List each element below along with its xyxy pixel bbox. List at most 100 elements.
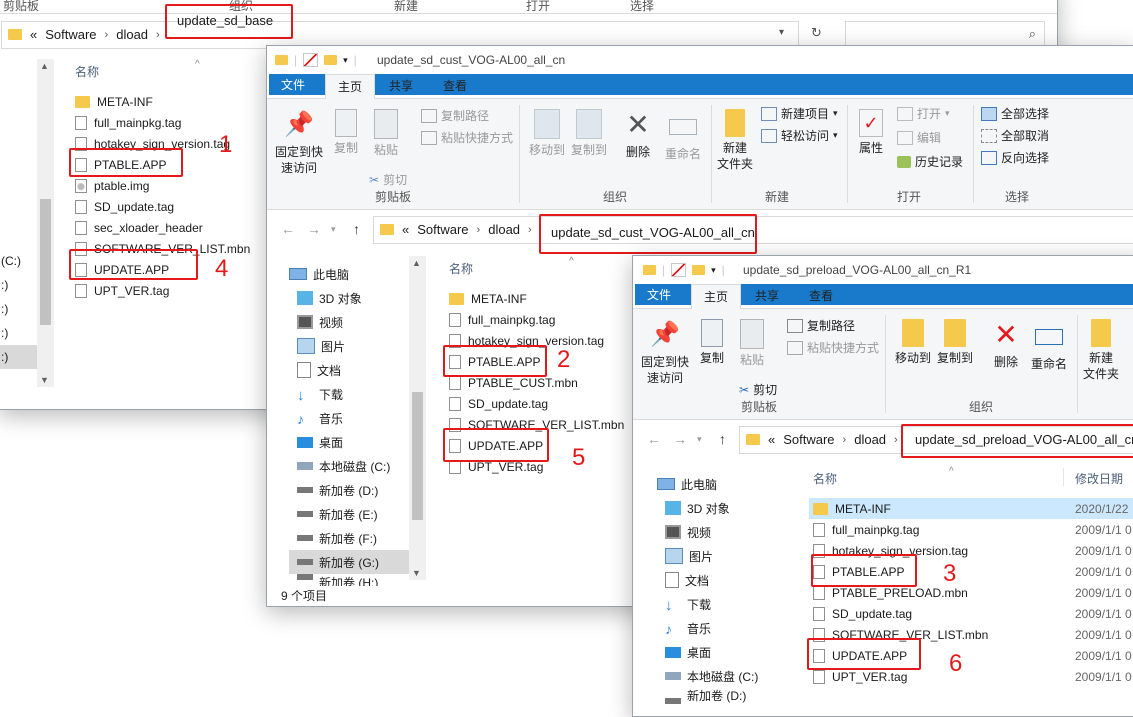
recent-dropdown-icon[interactable]: ▾	[331, 224, 336, 235]
new-folder-icon[interactable]	[692, 265, 706, 275]
tab-view[interactable]: 查看	[431, 74, 479, 98]
breadcrumb-software[interactable]: Software	[417, 222, 468, 237]
nav-item-music[interactable]: ♪ 音乐	[289, 406, 411, 430]
paste-shortcut-button[interactable]: 粘贴快捷方式	[421, 129, 513, 146]
select-all-button[interactable]: 全部选择	[981, 105, 1049, 122]
rename-button[interactable]: 重命名	[1027, 319, 1071, 372]
nav-item-3d-objects[interactable]: 3D 对象	[289, 286, 411, 310]
tab-view[interactable]: 查看	[797, 284, 845, 308]
nav-item-this-pc[interactable]: 此电脑	[657, 472, 781, 496]
forward-arrow-icon[interactable]: →	[673, 431, 687, 447]
nav-item-downloads[interactable]: ↓ 下载	[657, 592, 781, 616]
pin-quick-access-button[interactable]: 📌 固定到快 速访问	[639, 319, 691, 386]
list-item[interactable]: full_mainpkg.tag 2009/1/1 0	[809, 519, 1133, 540]
copy-path-button[interactable]: 复制路径	[787, 317, 855, 334]
refresh-icon[interactable]: ↻	[811, 25, 822, 41]
pin-quick-access-button[interactable]: 📌 固定到快 速访问	[273, 109, 325, 176]
nav-item-documents[interactable]: 文档	[289, 358, 411, 382]
copy-to-button[interactable]: 复制到	[935, 319, 975, 366]
nav-item[interactable]: :)	[0, 297, 39, 321]
invert-selection-button[interactable]: 反向选择	[981, 149, 1049, 166]
properties-check-icon[interactable]	[303, 53, 319, 67]
nav-item-videos[interactable]: 视频	[657, 520, 781, 544]
nav-item-desktop[interactable]: 桌面	[289, 430, 411, 454]
nav-item-this-pc[interactable]: 此电脑	[289, 262, 411, 286]
nav-item-drive-h[interactable]: 新加卷 (H:)	[289, 574, 411, 586]
recent-dropdown-icon[interactable]: ▾	[697, 434, 702, 445]
column-header-name[interactable]: 名称	[813, 470, 837, 487]
rename-button[interactable]: 重命名	[661, 109, 705, 162]
nav-item-c[interactable]: (C:)	[0, 249, 39, 273]
back-arrow-icon[interactable]: ←	[647, 431, 661, 447]
cut-button[interactable]: ✂ 剪切	[369, 171, 407, 188]
nav-item-drive-e[interactable]: 新加卷 (E:)	[289, 502, 411, 526]
column-header-date[interactable]: 修改日期	[1075, 470, 1123, 487]
new-folder-button[interactable]: 新建 文件夹	[1081, 319, 1121, 382]
nav-item-drive-d[interactable]: 新加卷 (D:)	[657, 688, 781, 704]
paste-button[interactable]: 粘贴	[735, 319, 769, 368]
up-arrow-icon[interactable]: ↑	[719, 431, 726, 447]
properties-button[interactable]: ✓ 属性	[851, 109, 891, 156]
history-button[interactable]: 历史记录	[897, 153, 963, 170]
new-folder-icon[interactable]	[324, 55, 338, 65]
up-arrow-icon[interactable]: ↑	[353, 221, 360, 237]
copy-to-button[interactable]: 复制到	[569, 109, 609, 158]
nav-item-drive-d[interactable]: 新加卷 (D:)	[289, 478, 411, 502]
nav-item-videos[interactable]: 视频	[289, 310, 411, 334]
scroll-up-icon[interactable]: ▲	[40, 61, 49, 71]
list-item-selected[interactable]: META-INF 2020/1/22	[809, 498, 1133, 519]
cut-button[interactable]: ✂ 剪切	[739, 381, 777, 398]
nav-item-downloads[interactable]: ↓ 下载	[289, 382, 411, 406]
copy-path-button[interactable]: 复制路径	[421, 107, 489, 124]
breadcrumb-overflow[interactable]: «	[402, 222, 409, 237]
new-folder-button[interactable]: 新建 文件夹	[715, 109, 755, 172]
nav-item-pictures[interactable]: 图片	[657, 544, 781, 568]
nav-item-music[interactable]: ♪ 音乐	[657, 616, 781, 640]
nav-item-documents[interactable]: 文档	[657, 568, 781, 592]
scroll-thumb[interactable]	[412, 392, 423, 520]
nav-item-drive-f[interactable]: 新加卷 (F:)	[289, 526, 411, 550]
move-to-button[interactable]: 移动到	[527, 109, 567, 158]
breadcrumb-overflow[interactable]: «	[30, 27, 37, 42]
nav-item[interactable]: :)	[0, 273, 39, 297]
breadcrumb-software[interactable]: Software	[783, 432, 834, 447]
folder-icon[interactable]	[643, 265, 656, 275]
breadcrumb-current[interactable]: update_sd_cust_VOG-AL00_all_cn	[551, 225, 755, 240]
select-none-button[interactable]: 全部取消	[981, 127, 1049, 144]
breadcrumb-current[interactable]: update_sd_preload_VOG-AL00_all_cn_	[915, 432, 1133, 447]
nav-item-drive-g[interactable]: 新加卷 (G:)	[289, 550, 411, 574]
breadcrumb-dload[interactable]: dload	[116, 27, 148, 42]
nav-item-selected[interactable]: :)	[0, 345, 39, 369]
breadcrumb-software[interactable]: Software	[45, 27, 96, 42]
paste-shortcut-button[interactable]: 粘贴快捷方式	[787, 339, 879, 356]
breadcrumb-overflow[interactable]: «	[768, 432, 775, 447]
nav-item-desktop[interactable]: 桌面	[657, 640, 781, 664]
breadcrumb-current[interactable]: update_sd_base	[177, 13, 273, 28]
edit-button[interactable]: 编辑	[897, 129, 941, 146]
breadcrumb-dload[interactable]: dload	[854, 432, 886, 447]
forward-arrow-icon[interactable]: →	[307, 221, 321, 237]
tab-share[interactable]: 共享	[743, 284, 791, 308]
nav-scrollbar[interactable]: ▲ ▼	[37, 59, 54, 387]
tab-home[interactable]: 主页	[325, 74, 376, 99]
open-button[interactable]: 打开 ▾	[897, 105, 950, 122]
easy-access-button[interactable]: 轻松访问 ▾	[761, 127, 838, 144]
nav-item-drive-c[interactable]: 本地磁盘 (C:)	[657, 664, 781, 688]
copy-button[interactable]: 复制	[695, 319, 729, 366]
properties-check-icon[interactable]	[671, 263, 687, 277]
scroll-down-icon[interactable]: ▼	[412, 568, 421, 578]
tab-home[interactable]: 主页	[691, 284, 742, 309]
delete-button[interactable]: ✕ 删除	[989, 319, 1023, 370]
scroll-up-icon[interactable]: ▲	[412, 258, 421, 268]
customize-dropdown-icon[interactable]: ▾	[343, 55, 348, 66]
nav-item-pictures[interactable]: 图片	[289, 334, 411, 358]
breadcrumb-dload[interactable]: dload	[488, 222, 520, 237]
copy-button[interactable]: 复制	[329, 109, 363, 156]
back-arrow-icon[interactable]: ←	[281, 221, 295, 237]
nav-scrollbar[interactable]: ▲ ▼	[409, 256, 426, 580]
scroll-down-icon[interactable]: ▼	[40, 375, 49, 385]
move-to-button[interactable]: 移动到	[893, 319, 933, 366]
folder-icon[interactable]	[275, 55, 288, 65]
delete-button[interactable]: ✕ 删除	[621, 109, 655, 160]
paste-button[interactable]: 粘贴	[369, 109, 403, 158]
